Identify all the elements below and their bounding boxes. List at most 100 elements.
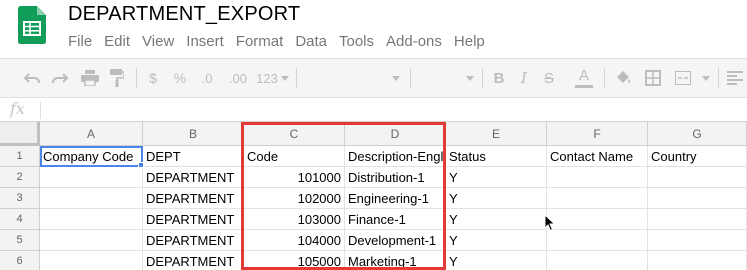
column-header-g[interactable]: G bbox=[648, 122, 747, 146]
cell-g3[interactable] bbox=[648, 188, 747, 209]
cell-e3[interactable]: Y bbox=[446, 188, 547, 209]
cell-g5[interactable] bbox=[648, 230, 747, 251]
cell-a5[interactable] bbox=[40, 230, 143, 251]
column-header-e[interactable]: E bbox=[446, 122, 547, 146]
cell-c6[interactable]: 105000 bbox=[244, 251, 345, 270]
cell-c2[interactable]: 101000 bbox=[244, 167, 345, 188]
cell-g4[interactable] bbox=[648, 209, 747, 230]
chevron-down-icon[interactable] bbox=[698, 59, 714, 97]
strikethrough-button[interactable]: S bbox=[540, 59, 558, 97]
cell-b3[interactable]: DEPARTMENT bbox=[143, 188, 244, 209]
paint-format-icon[interactable] bbox=[106, 59, 128, 97]
menu-file[interactable]: File bbox=[68, 33, 92, 50]
increase-decimals-button[interactable]: .00 bbox=[224, 59, 252, 97]
redo-icon[interactable] bbox=[48, 59, 72, 97]
cell-b2[interactable]: DEPARTMENT bbox=[143, 167, 244, 188]
italic-button[interactable]: I bbox=[516, 59, 532, 97]
column-header-f[interactable]: F bbox=[547, 122, 648, 146]
toolbar-divider bbox=[482, 68, 483, 88]
cell-c3[interactable]: 102000 bbox=[244, 188, 345, 209]
cell-f5[interactable] bbox=[547, 230, 648, 251]
menu-insert[interactable]: Insert bbox=[186, 33, 224, 50]
cell-d1[interactable]: Description-English bbox=[345, 146, 446, 167]
menu-add-ons[interactable]: Add-ons bbox=[386, 33, 442, 50]
row-header-6[interactable]: 6 bbox=[0, 251, 40, 270]
cell-g6[interactable] bbox=[648, 251, 747, 270]
formula-input[interactable] bbox=[46, 98, 746, 121]
cell-d3[interactable]: Engineering-1 bbox=[345, 188, 446, 209]
cell-a3[interactable] bbox=[40, 188, 143, 209]
cell-d5[interactable]: Development-1 bbox=[345, 230, 446, 251]
decrease-decimals-button[interactable]: .0 bbox=[196, 59, 218, 97]
cell-d4[interactable]: Finance-1 bbox=[345, 209, 446, 230]
app-header: DEPARTMENT_EXPORT File Edit View Insert … bbox=[0, 0, 747, 58]
cell-a2[interactable] bbox=[40, 167, 143, 188]
cell-e2[interactable]: Y bbox=[446, 167, 547, 188]
row-header-2[interactable]: 2 bbox=[0, 167, 40, 188]
print-icon[interactable] bbox=[78, 59, 102, 97]
undo-icon[interactable] bbox=[20, 59, 44, 97]
document-title[interactable]: DEPARTMENT_EXPORT bbox=[68, 3, 300, 26]
row-header-4[interactable]: 4 bbox=[0, 209, 40, 230]
text-color-button[interactable]: A bbox=[574, 59, 594, 97]
cell-b5[interactable]: DEPARTMENT bbox=[143, 230, 244, 251]
fill-color-icon[interactable] bbox=[612, 59, 634, 97]
more-formats-button[interactable]: 123 bbox=[254, 59, 280, 97]
font-family-select[interactable] bbox=[304, 59, 404, 97]
align-left-icon[interactable] bbox=[724, 59, 746, 97]
merge-cells-icon[interactable] bbox=[670, 59, 696, 97]
row-header-5[interactable]: 5 bbox=[0, 230, 40, 251]
cell-b1[interactable]: DEPT bbox=[143, 146, 244, 167]
cell-d6[interactable]: Marketing-1 bbox=[345, 251, 446, 270]
cell-a6[interactable] bbox=[40, 251, 143, 270]
borders-icon[interactable] bbox=[642, 59, 664, 97]
spreadsheet-grid: A B C D E F G 1 2 3 4 5 6 Company Code D… bbox=[0, 122, 747, 270]
fill-handle[interactable] bbox=[138, 162, 144, 168]
cell-g1[interactable]: Country bbox=[648, 146, 747, 167]
cell-c1[interactable]: Code bbox=[244, 146, 345, 167]
cell-e1[interactable]: Status bbox=[446, 146, 547, 167]
menu-bar: File Edit View Insert Format Data Tools … bbox=[68, 33, 497, 50]
cell-c4[interactable]: 103000 bbox=[244, 209, 345, 230]
column-header-c[interactable]: C bbox=[244, 122, 345, 146]
chevron-down-icon[interactable] bbox=[279, 59, 291, 97]
menu-data[interactable]: Data bbox=[295, 33, 327, 50]
cell-f6[interactable] bbox=[547, 251, 648, 270]
row-header-3[interactable]: 3 bbox=[0, 188, 40, 209]
menu-view[interactable]: View bbox=[142, 33, 174, 50]
toolbar-divider bbox=[718, 68, 719, 88]
menu-tools[interactable]: Tools bbox=[339, 33, 374, 50]
toolbar-divider bbox=[136, 68, 137, 88]
cell-g2[interactable] bbox=[648, 167, 747, 188]
sheets-logo-icon[interactable] bbox=[18, 6, 46, 44]
cell-a4[interactable] bbox=[40, 209, 143, 230]
select-all-corner[interactable] bbox=[0, 122, 40, 146]
menu-edit[interactable]: Edit bbox=[104, 33, 130, 50]
formula-bar: fx bbox=[0, 98, 747, 122]
percent-button[interactable]: % bbox=[170, 59, 190, 97]
cell-b6[interactable]: DEPARTMENT bbox=[143, 251, 244, 270]
column-header-b[interactable]: B bbox=[143, 122, 244, 146]
toolbar-divider bbox=[604, 68, 605, 88]
cell-d2[interactable]: Distribution-1 bbox=[345, 167, 446, 188]
cell-f1[interactable]: Contact Name bbox=[547, 146, 648, 167]
cell-f2[interactable] bbox=[547, 167, 648, 188]
menu-format[interactable]: Format bbox=[236, 33, 284, 50]
currency-button[interactable]: $ bbox=[144, 59, 162, 97]
column-header-d[interactable]: D bbox=[345, 122, 446, 146]
text-color-label: A bbox=[578, 67, 589, 84]
bold-button[interactable]: B bbox=[490, 59, 508, 97]
cell-e6[interactable]: Y bbox=[446, 251, 547, 270]
column-header-a[interactable]: A bbox=[40, 122, 143, 146]
cell-f3[interactable] bbox=[547, 188, 648, 209]
cell-c5[interactable]: 104000 bbox=[244, 230, 345, 251]
toolbar-divider bbox=[296, 68, 297, 88]
cell-e5[interactable]: Y bbox=[446, 230, 547, 251]
font-size-select[interactable] bbox=[418, 59, 478, 97]
cell-a1[interactable]: Company Code bbox=[40, 146, 143, 167]
cell-e4[interactable]: Y bbox=[446, 209, 547, 230]
cell-b4[interactable]: DEPARTMENT bbox=[143, 209, 244, 230]
row-header-1[interactable]: 1 bbox=[0, 146, 40, 167]
cell-f4[interactable] bbox=[547, 209, 648, 230]
menu-help[interactable]: Help bbox=[454, 33, 485, 50]
